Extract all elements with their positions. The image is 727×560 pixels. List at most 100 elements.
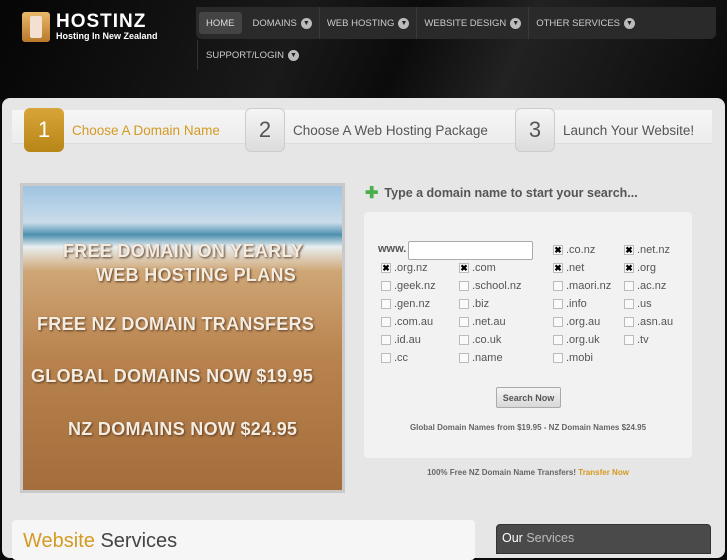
checkbox-icon[interactable] [553,299,563,309]
chevron-down-icon: ▼ [287,49,299,61]
tld-label: .id.au [394,334,421,346]
tld-checkbox[interactable]: .ac.nz [624,280,666,292]
tld-checkbox[interactable]: .tv [624,334,649,346]
tld-checkbox[interactable]: .cc [381,352,408,364]
tld-checkbox[interactable]: .school.nz [459,280,522,292]
logo-tagline: Hosting In New Zealand [56,31,158,41]
checkbox-icon[interactable] [459,353,469,363]
tld-checkbox[interactable]: .name [459,352,503,364]
tld-checkbox[interactable]: .org.au [553,316,600,328]
nav-website-design[interactable]: WEBSITE DESIGN ▼ [417,7,530,39]
tld-checkbox[interactable]: ✖ .org.nz [381,262,428,274]
tld-checkbox[interactable]: .biz [459,298,489,310]
checkbox-icon[interactable] [553,281,563,291]
tld-checkbox[interactable]: ✖ .net.nz [624,244,670,256]
tld-label: .co.uk [472,334,502,346]
tld-label: .co.nz [566,244,596,256]
banner-line: GLOBAL DOMAINS NOW $19.95 [31,366,314,386]
search-title: Type a domain name to start your search.… [384,186,638,200]
tld-checkbox[interactable]: .info [553,298,587,310]
checkbox-checked-icon[interactable]: ✖ [553,263,563,273]
nav-label: WEBSITE DESIGN [424,17,507,29]
tld-label: .ac.nz [637,280,667,292]
domain-input[interactable] [408,241,533,260]
nav-other-services[interactable]: OTHER SERVICES ▼ [529,7,642,39]
checkbox-checked-icon[interactable]: ✖ [624,245,634,255]
tld-label: .mobi [566,352,593,364]
search-now-button[interactable]: Search Now [496,387,561,408]
checkbox-icon[interactable] [381,335,391,345]
tld-checkbox[interactable]: .co.uk [459,334,501,346]
nav-web-hosting[interactable]: WEB HOSTING ▼ [320,7,418,39]
checkbox-icon[interactable] [381,317,391,327]
checkbox-icon[interactable] [624,299,634,309]
nav-home[interactable]: HOME [199,12,242,34]
checkbox-checked-icon[interactable]: ✖ [459,263,469,273]
banner-line: WEB HOSTING PLANS [96,265,297,285]
tld-checkbox[interactable]: .mobi [553,352,593,364]
banner-line: FREE NZ DOMAIN TRANSFERS [37,314,315,334]
nav-label: DOMAINS [252,17,297,29]
checkbox-icon[interactable] [553,335,563,345]
tld-checkbox[interactable]: .org.uk [553,334,600,346]
tld-label: .net.au [472,316,506,328]
checkbox-icon[interactable] [459,317,469,327]
title-first: Our [502,531,523,545]
tld-checkbox[interactable]: .us [624,298,652,310]
main-nav: HOME DOMAINS ▼ WEB HOSTING ▼ WEBSITE DESIG… [196,7,716,39]
website-services-title: Website Services [23,530,177,553]
checkbox-icon[interactable] [624,281,634,291]
tld-label: .org.uk [566,334,600,346]
tld-checkbox[interactable]: ✖ .com [459,262,496,274]
tld-checkbox[interactable]: ✖ .co.nz [553,244,595,256]
step-1: 1 Choose A Domain Name [24,108,220,152]
logo-icon [22,12,50,42]
nav-label: HOME [206,17,235,29]
checkbox-icon[interactable] [459,299,469,309]
step-2: 2 Choose A Web Hosting Package [245,108,488,152]
tld-checkbox[interactable]: .id.au [381,334,421,346]
checkbox-icon[interactable] [624,335,634,345]
checkbox-icon[interactable] [459,281,469,291]
tld-checkbox[interactable]: .maori.nz [553,280,611,292]
tld-checkbox[interactable]: ✖ .org [624,262,656,274]
tld-label: .tv [637,334,649,346]
checkbox-icon[interactable] [553,317,563,327]
banner-line: NZ DOMAINS NOW $24.95 [68,419,298,439]
checkbox-icon[interactable] [381,281,391,291]
promo-banner[interactable]: FREE DOMAIN ON YEARLY WEB HOSTING PLANS … [20,183,345,493]
step-number: 3 [515,108,555,152]
checkbox-checked-icon[interactable]: ✖ [553,245,563,255]
tld-label: .net.nz [637,244,671,256]
tld-checkbox[interactable]: .asn.au [624,316,673,328]
chevron-down-icon: ▼ [398,17,410,29]
checkbox-checked-icon[interactable]: ✖ [381,263,391,273]
tld-label: .asn.au [637,316,674,328]
checkbox-icon[interactable] [553,353,563,363]
plus-icon: ✚ [365,185,379,202]
step-number: 2 [245,108,285,152]
nav-label: OTHER SERVICES [536,17,620,29]
tld-label: .org.au [566,316,601,328]
title-highlight: Website [23,530,95,552]
checkbox-icon[interactable] [381,353,391,363]
nav-domains[interactable]: DOMAINS ▼ [246,7,320,39]
our-services-title: Our Services [502,531,574,545]
logo[interactable]: HOSTINZ Hosting In New Zealand [22,12,158,42]
tld-checkbox[interactable]: .geek.nz [381,280,436,292]
nav-support-login[interactable]: SUPPORT/LOGIN ▼ [197,40,299,70]
tld-checkbox[interactable]: .gen.nz [381,298,430,310]
checkbox-icon[interactable] [381,299,391,309]
tld-checkbox[interactable]: .com.au [381,316,433,328]
checkbox-icon[interactable] [459,335,469,345]
tld-checkbox[interactable]: .net.au [459,316,506,328]
transfer-now-link[interactable]: Transfer Now [578,468,629,477]
checkbox-icon[interactable] [624,317,634,327]
tld-label: .com.au [394,316,434,328]
tld-label: .info [566,298,587,310]
tld-checkbox[interactable]: ✖ .net [553,262,584,274]
tld-label: .net [566,262,585,274]
tld-label: .geek.nz [394,280,436,292]
checkbox-checked-icon[interactable]: ✖ [624,263,634,273]
search-heading: ✚ Type a domain name to start your search… [365,183,638,203]
